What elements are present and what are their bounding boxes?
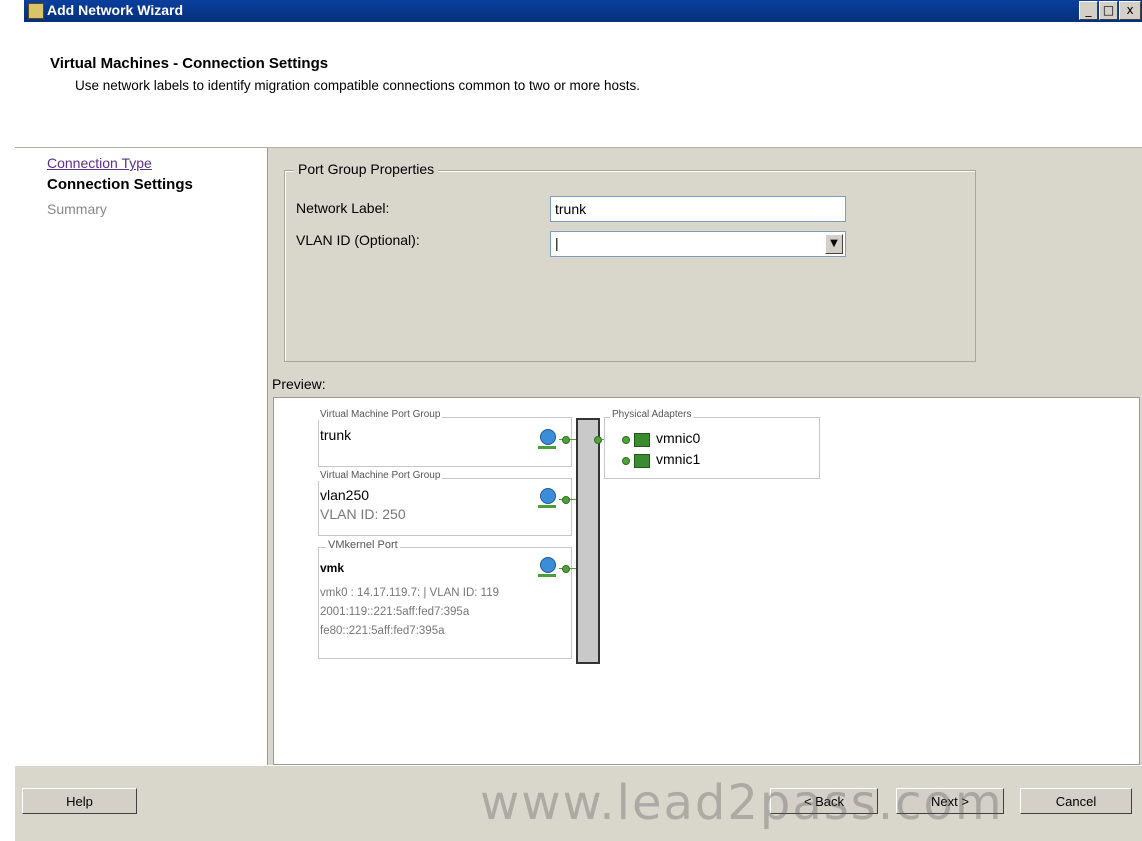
network-label-input[interactable]: trunk xyxy=(550,196,846,222)
dropdown-arrow-icon[interactable]: ▼ xyxy=(825,234,843,254)
window-title: Add Network Wizard xyxy=(47,2,183,18)
vmkernel-base-icon xyxy=(538,574,556,577)
step-connection-settings: Connection Settings xyxy=(47,176,193,193)
physical-adapters-caption: Physical Adapters xyxy=(610,409,694,420)
help-button[interactable]: Help xyxy=(22,788,137,814)
network-preview: Virtual Machine Port Group trunk Virtual… xyxy=(273,397,1140,765)
adapter-vmnic1: vmnic1 xyxy=(656,451,701,467)
port-group-globe-icon xyxy=(540,429,556,445)
vmkernel-name: vmk xyxy=(320,561,345,575)
connector-dot xyxy=(622,457,630,465)
port-group-properties-legend: Port Group Properties xyxy=(294,161,439,177)
virtual-switch-bar xyxy=(576,418,600,664)
vmkernel-line: 2001:119::221:5aff:fed7:395a xyxy=(320,606,470,618)
vmkernel-globe-icon xyxy=(540,557,556,573)
port-group-trunk xyxy=(318,417,572,467)
maximize-button[interactable]: □ xyxy=(1099,1,1118,20)
connector-dot xyxy=(562,436,570,444)
connector-dot xyxy=(622,436,630,444)
physical-adapters-box xyxy=(604,417,820,479)
connector-dot xyxy=(562,496,570,504)
page-title: Virtual Machines - Connection Settings xyxy=(50,55,329,72)
port-group-vlan-id: VLAN ID: 250 xyxy=(320,506,406,522)
vlan-id-combobox[interactable]: | ▼ xyxy=(550,231,846,257)
port-group-base-icon xyxy=(538,446,556,449)
wizard-app-icon xyxy=(28,3,44,19)
port-group-caption: Virtual Machine Port Group xyxy=(318,470,443,481)
port-group-caption: Virtual Machine Port Group xyxy=(318,409,443,420)
network-label-caption: Network Label: xyxy=(296,200,390,216)
vmkernel-line: vmk0 : 14.17.119.7: | VLAN ID: 119 xyxy=(320,587,499,599)
preview-label: Preview: xyxy=(272,376,326,392)
vmkernel-caption: VMkernel Port xyxy=(326,539,400,551)
cancel-button[interactable]: Cancel xyxy=(1020,788,1132,814)
port-group-base-icon xyxy=(538,505,556,508)
watermark: www.lead2pass.com xyxy=(480,775,1004,831)
port-group-globe-icon xyxy=(540,488,556,504)
port-group-name: trunk xyxy=(320,427,352,443)
page-subtitle: Use network labels to identify migration… xyxy=(75,78,641,93)
nic-icon xyxy=(634,454,650,468)
vmkernel-port xyxy=(318,547,572,659)
close-button[interactable]: x xyxy=(1119,1,1141,20)
vlan-id-caption: VLAN ID (Optional): xyxy=(296,232,420,248)
step-connection-type[interactable]: Connection Type xyxy=(47,155,152,171)
minimize-button[interactable]: _ xyxy=(1079,1,1098,20)
wizard-steps-nav xyxy=(15,148,268,765)
step-summary: Summary xyxy=(47,201,107,217)
adapter-vmnic0: vmnic0 xyxy=(656,430,701,446)
port-group-name: vlan250 xyxy=(320,487,370,503)
connector-dot xyxy=(594,436,602,444)
connector-dot xyxy=(562,565,570,573)
nic-icon xyxy=(634,433,650,447)
vlan-id-value: | xyxy=(555,235,559,251)
left-edge xyxy=(0,22,15,840)
vmkernel-line: fe80::221:5aff:fed7:395a xyxy=(320,625,445,637)
